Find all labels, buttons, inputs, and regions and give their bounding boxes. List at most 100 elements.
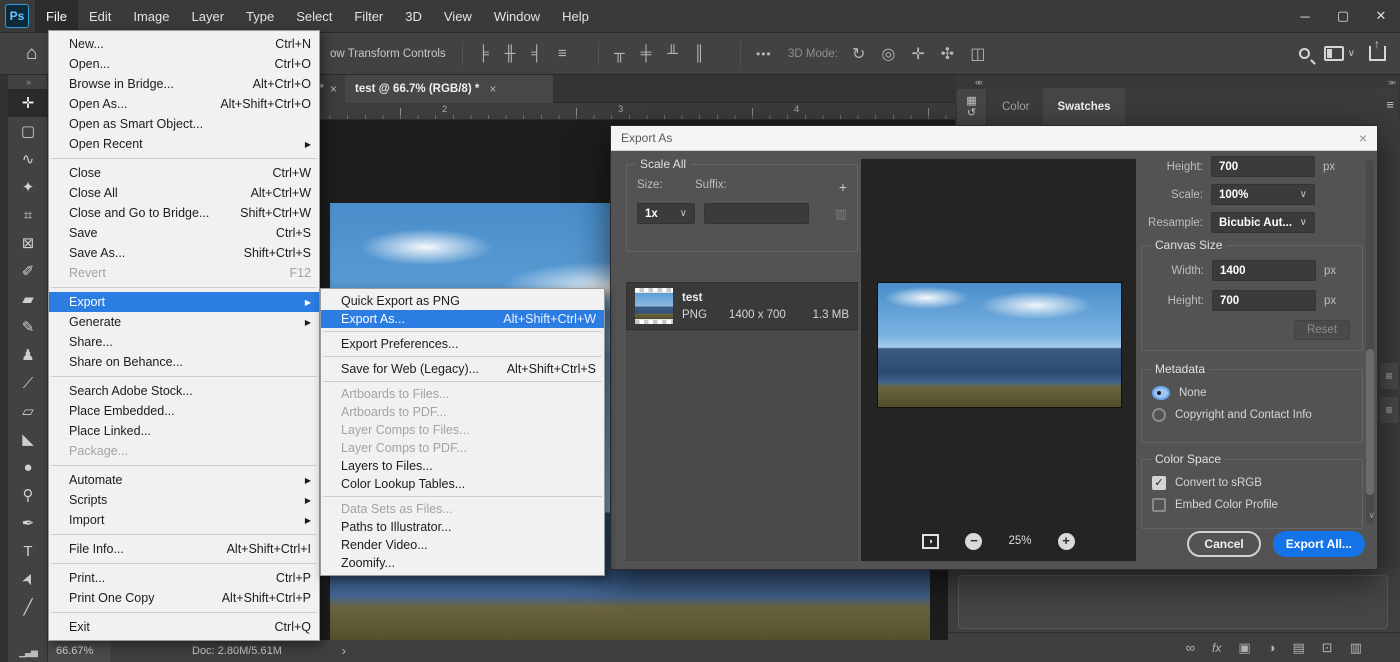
metadata-option-none[interactable]: None [1152, 386, 1352, 400]
dock-expand-icon[interactable]: »» [1388, 77, 1394, 87]
reset-button[interactable]: Reset [1294, 320, 1350, 340]
3d-orbit-icon[interactable]: ↻ [852, 44, 865, 64]
height-input[interactable]: 700 [1211, 156, 1315, 177]
cancel-button[interactable]: Cancel [1187, 531, 1260, 557]
panel-tab-swatches[interactable]: Swatches [1043, 88, 1124, 125]
menu-item-layer-comps-to-pdf[interactable]: Layer Comps to PDF... [321, 439, 604, 457]
more-options-icon[interactable]: ••• [756, 47, 772, 61]
menu-item-print-one-copy[interactable]: Print One CopyAlt+Shift+Ctrl+P [49, 588, 319, 608]
brush-tool[interactable]: ⟋ [8, 369, 48, 397]
menu-item-open-recent[interactable]: Open Recent▶ [49, 134, 319, 154]
menu-item-share-on-behance[interactable]: Share on Behance... [49, 352, 319, 372]
menu-item-export-preferences[interactable]: Export Preferences... [321, 335, 604, 353]
document-tab-active[interactable]: test @ 66.7% (RGB/8) * × [345, 75, 553, 103]
menu-item-save-for-web-legacy[interactable]: Save for Web (Legacy)...Alt+Shift+Ctrl+S [321, 360, 604, 378]
menu-item-paths-to-illustrator[interactable]: Paths to Illustrator... [321, 518, 604, 536]
layer-effects-icon[interactable]: fx [1212, 641, 1221, 655]
menubar-item-file[interactable]: File [35, 0, 78, 33]
menu-item-place-linked[interactable]: Place Linked... [49, 421, 319, 441]
menu-item-revert[interactable]: RevertF12 [49, 263, 319, 283]
menu-item-import[interactable]: Import▶ [49, 510, 319, 530]
menu-item-render-video[interactable]: Render Video... [321, 536, 604, 554]
menu-item-save[interactable]: SaveCtrl+S [49, 223, 319, 243]
clone-stamp-tool[interactable]: ♟ [8, 341, 48, 369]
pen-tool[interactable]: ✒ [8, 509, 48, 537]
canvas-width-input[interactable]: 1400 [1212, 260, 1316, 281]
layer-mask-icon[interactable]: ▣ [1238, 640, 1250, 656]
search-icon[interactable] [1299, 48, 1310, 59]
new-layer-icon[interactable]: ⊡ [1322, 640, 1333, 656]
move-tool[interactable]: ✛ [8, 89, 48, 117]
dock-collapse-icon[interactable]: «« [975, 77, 981, 87]
canvas-height-input[interactable]: 700 [1212, 290, 1316, 311]
checkbox-unchecked-icon[interactable] [1152, 498, 1166, 512]
menu-item-open[interactable]: Open...Ctrl+O [49, 54, 319, 74]
menu-item-scripts[interactable]: Scripts▶ [49, 490, 319, 510]
line-tool[interactable]: ╱ [8, 593, 48, 621]
suffix-input[interactable] [704, 203, 809, 224]
menubar-item-filter[interactable]: Filter [343, 0, 394, 33]
align-vertical-centers-icon[interactable]: ╪ [641, 45, 652, 62]
share-icon[interactable] [1369, 46, 1386, 61]
dodge-tool[interactable]: ⚲ [8, 481, 48, 509]
align-center-icon[interactable]: ≡ [558, 45, 567, 62]
paint-bucket-tool[interactable]: ◣ [8, 425, 48, 453]
close-tab-icon[interactable]: × [489, 82, 496, 96]
radio-selected-icon[interactable] [1152, 386, 1170, 400]
adjustment-layer-icon[interactable]: ◑ [1268, 640, 1276, 655]
menu-item-print[interactable]: Print...Ctrl+P [49, 568, 319, 588]
menu-item-place-embedded[interactable]: Place Embedded... [49, 401, 319, 421]
align-top-edges-icon[interactable]: ╥ [614, 45, 625, 62]
dialog-title-bar[interactable]: Export As × [611, 126, 1377, 151]
quick-selection-tool[interactable]: ✦ [8, 173, 48, 201]
frame-tool[interactable]: ⊠ [8, 229, 48, 257]
menu-item-save-as[interactable]: Save As...Shift+Ctrl+S [49, 243, 319, 263]
path-selection-tool[interactable]: ➤ [8, 565, 48, 593]
distribute-icon[interactable]: ║ [694, 45, 705, 62]
align-right-edges-icon[interactable]: ╡ [531, 45, 542, 62]
menubar-item-image[interactable]: Image [122, 0, 180, 33]
transparency-toggle-icon[interactable]: ◗ [922, 534, 939, 549]
colorspace-option-embed-color-profile[interactable]: Embed Color Profile [1152, 498, 1352, 512]
menu-item-browse-in-bridge[interactable]: Browse in Bridge...Alt+Ctrl+O [49, 74, 319, 94]
crop-tool[interactable]: ⌗ [8, 201, 48, 229]
menu-item-file-info[interactable]: File Info...Alt+Shift+Ctrl+I [49, 539, 319, 559]
menu-item-close-all[interactable]: Close AllAlt+Ctrl+W [49, 183, 319, 203]
align-horizontal-centers-icon[interactable]: ╫ [505, 45, 516, 62]
menu-item-open-as-smart-object[interactable]: Open as Smart Object... [49, 114, 319, 134]
close-tab-icon[interactable]: × [330, 82, 337, 96]
zoom-level-field[interactable]: 66.67% [48, 640, 110, 662]
radio-unselected-icon[interactable] [1152, 408, 1166, 422]
menu-item-share[interactable]: Share... [49, 332, 319, 352]
menu-item-data-sets-as-files[interactable]: Data Sets as Files... [321, 500, 604, 518]
delete-layer-icon[interactable]: ▥ [1350, 640, 1362, 656]
status-options-chevron[interactable]: › [342, 644, 346, 658]
marquee-tool[interactable]: ▢ [8, 117, 48, 145]
metadata-option-copyright-and-contact-info[interactable]: Copyright and Contact Info [1152, 408, 1352, 422]
menubar-item-view[interactable]: View [433, 0, 483, 33]
menu-item-layer-comps-to-files[interactable]: Layer Comps to Files... [321, 421, 604, 439]
resample-select[interactable]: Bicubic Aut... ∨ [1211, 212, 1315, 233]
menubar-item-3d[interactable]: 3D [394, 0, 433, 33]
add-scale-icon[interactable]: + [839, 179, 847, 195]
blur-tool[interactable]: ● [8, 453, 48, 481]
menu-item-layers-to-files[interactable]: Layers to Files... [321, 457, 604, 475]
zoom-in-button[interactable]: + [1058, 533, 1075, 550]
3d-pan-icon[interactable]: ✛ [911, 44, 924, 64]
menu-item-export-as[interactable]: Export As...Alt+Shift+Ctrl+W [321, 310, 604, 328]
menu-item-exit[interactable]: ExitCtrl+Q [49, 617, 319, 637]
type-tool[interactable]: T [8, 537, 48, 565]
3d-slide-icon[interactable]: ✣ [941, 44, 954, 64]
menubar-item-select[interactable]: Select [285, 0, 343, 33]
workspace-icon[interactable] [1324, 46, 1344, 61]
align-left-edges-icon[interactable]: ╞ [478, 45, 489, 62]
menu-item-quick-export-as-png[interactable]: Quick Export as PNG [321, 292, 604, 310]
menu-item-artboards-to-pdf[interactable]: Artboards to PDF... [321, 403, 604, 421]
menu-item-close[interactable]: CloseCtrl+W [49, 163, 319, 183]
preview-zoom-level[interactable]: 25% [1008, 535, 1031, 547]
size-select[interactable]: 1x ∨ [637, 203, 695, 224]
checkbox-checked-icon[interactable]: ✓ [1152, 476, 1166, 490]
menu-item-package[interactable]: Package... [49, 441, 319, 461]
healing-brush-tool[interactable]: ▰ [8, 285, 48, 313]
panel-tab-color[interactable]: Color [988, 88, 1043, 125]
